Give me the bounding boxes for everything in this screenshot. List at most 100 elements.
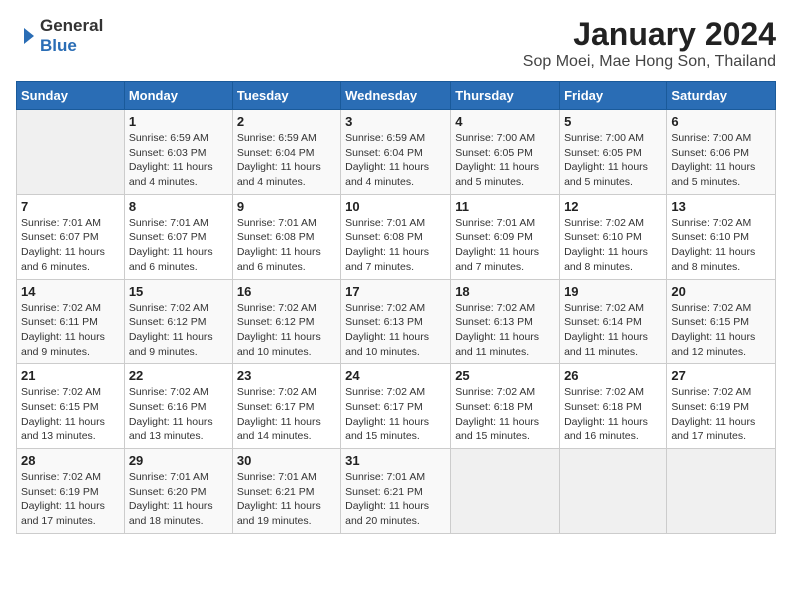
page-header: General Blue January 2024 Sop Moei, Mae … <box>16 16 776 71</box>
day-number: 17 <box>345 284 446 299</box>
day-info: Sunrise: 7:02 AM Sunset: 6:10 PM Dayligh… <box>671 216 771 275</box>
day-number: 19 <box>564 284 662 299</box>
day-number: 12 <box>564 199 662 214</box>
day-info: Sunrise: 7:02 AM Sunset: 6:19 PM Dayligh… <box>671 385 771 444</box>
day-number: 26 <box>564 368 662 383</box>
calendar-cell: 30Sunrise: 7:01 AM Sunset: 6:21 PM Dayli… <box>232 449 340 534</box>
calendar-cell: 22 Sunrise: 7:02 AM Sunset: 6:16 PM Dayli… <box>124 364 232 449</box>
day-number: 1 <box>129 114 228 129</box>
day-info: Sunrise: 6:59 AM Sunset: 6:03 PM Dayligh… <box>129 131 228 190</box>
day-number: 3 <box>345 114 446 129</box>
day-info: Sunrise: 7:02 AM Sunset: 6:17 PM Dayligh… <box>237 385 336 444</box>
calendar-cell: 12 Sunrise: 7:02 AM Sunset: 6:10 PM Dayli… <box>560 194 667 279</box>
day-info: Sunrise: 7:02 AM Sunset: 6:15 PM Dayligh… <box>671 301 771 360</box>
day-number: 18 <box>455 284 555 299</box>
day-info: Sunrise: 7:01 AM Sunset: 6:07 PM Dayligh… <box>21 216 120 275</box>
logo-blue-label: Blue <box>40 36 103 56</box>
logo-arrow-icon <box>16 26 36 46</box>
day-number: 5 <box>564 114 662 129</box>
calendar-subtitle: Sop Moei, Mae Hong Son, Thailand <box>523 53 776 71</box>
day-number: 16 <box>237 284 336 299</box>
calendar-cell: 24 Sunrise: 7:02 AM Sunset: 6:17 PM Dayli… <box>341 364 451 449</box>
day-number: 29 <box>129 453 228 468</box>
calendar-cell: 28 Sunrise: 7:02 AM Sunset: 6:19 PM Dayli… <box>17 449 125 534</box>
calendar-week-row: 7Sunrise: 7:01 AM Sunset: 6:07 PM Daylig… <box>17 194 776 279</box>
weekday-header-tuesday: Tuesday <box>232 82 340 110</box>
calendar-cell: 6 Sunrise: 7:00 AM Sunset: 6:06 PM Daylig… <box>667 110 776 195</box>
calendar-title: January 2024 <box>523 16 776 53</box>
calendar-cell: 23 Sunrise: 7:02 AM Sunset: 6:17 PM Dayli… <box>232 364 340 449</box>
calendar-cell: 10 Sunrise: 7:01 AM Sunset: 6:08 PM Dayli… <box>341 194 451 279</box>
day-info: Sunrise: 7:02 AM Sunset: 6:15 PM Dayligh… <box>21 385 120 444</box>
day-number: 10 <box>345 199 446 214</box>
day-info: Sunrise: 7:00 AM Sunset: 6:05 PM Dayligh… <box>564 131 662 190</box>
day-number: 24 <box>345 368 446 383</box>
calendar-cell: 18 Sunrise: 7:02 AM Sunset: 6:13 PM Dayli… <box>451 279 560 364</box>
title-block: January 2024 Sop Moei, Mae Hong Son, Tha… <box>523 16 776 71</box>
calendar-cell <box>17 110 125 195</box>
day-info: Sunrise: 7:01 AM Sunset: 6:21 PM Dayligh… <box>345 470 446 529</box>
weekday-header-monday: Monday <box>124 82 232 110</box>
calendar-cell: 7Sunrise: 7:01 AM Sunset: 6:07 PM Daylig… <box>17 194 125 279</box>
logo-general-label: General <box>40 16 103 36</box>
weekday-header-wednesday: Wednesday <box>341 82 451 110</box>
day-info: Sunrise: 7:02 AM Sunset: 6:11 PM Dayligh… <box>21 301 120 360</box>
day-info: Sunrise: 7:02 AM Sunset: 6:17 PM Dayligh… <box>345 385 446 444</box>
weekday-header-thursday: Thursday <box>451 82 560 110</box>
calendar-cell: 25 Sunrise: 7:02 AM Sunset: 6:18 PM Dayli… <box>451 364 560 449</box>
calendar-cell: 16 Sunrise: 7:02 AM Sunset: 6:12 PM Dayli… <box>232 279 340 364</box>
calendar-cell: 17Sunrise: 7:02 AM Sunset: 6:13 PM Dayli… <box>341 279 451 364</box>
day-number: 13 <box>671 199 771 214</box>
day-number: 31 <box>345 453 446 468</box>
day-info: Sunrise: 7:02 AM Sunset: 6:16 PM Dayligh… <box>129 385 228 444</box>
calendar-cell: 26 Sunrise: 7:02 AM Sunset: 6:18 PM Dayli… <box>560 364 667 449</box>
calendar-cell: 3 Sunrise: 6:59 AM Sunset: 6:04 PM Daylig… <box>341 110 451 195</box>
day-info: Sunrise: 7:01 AM Sunset: 6:08 PM Dayligh… <box>237 216 336 275</box>
calendar-cell: 8Sunrise: 7:01 AM Sunset: 6:07 PM Daylig… <box>124 194 232 279</box>
logo: General Blue <box>16 16 103 56</box>
day-info: Sunrise: 7:01 AM Sunset: 6:07 PM Dayligh… <box>129 216 228 275</box>
calendar-week-row: 14 Sunrise: 7:02 AM Sunset: 6:11 PM Dayli… <box>17 279 776 364</box>
day-info: Sunrise: 7:02 AM Sunset: 6:10 PM Dayligh… <box>564 216 662 275</box>
day-info: Sunrise: 7:02 AM Sunset: 6:18 PM Dayligh… <box>564 385 662 444</box>
calendar-cell: 11Sunrise: 7:01 AM Sunset: 6:09 PM Dayli… <box>451 194 560 279</box>
calendar-cell: 1 Sunrise: 6:59 AM Sunset: 6:03 PM Daylig… <box>124 110 232 195</box>
calendar-week-row: 28 Sunrise: 7:02 AM Sunset: 6:19 PM Dayli… <box>17 449 776 534</box>
day-number: 28 <box>21 453 120 468</box>
day-number: 14 <box>21 284 120 299</box>
day-number: 6 <box>671 114 771 129</box>
calendar-cell: 27 Sunrise: 7:02 AM Sunset: 6:19 PM Dayli… <box>667 364 776 449</box>
day-number: 9 <box>237 199 336 214</box>
day-number: 23 <box>237 368 336 383</box>
calendar-cell <box>667 449 776 534</box>
day-number: 25 <box>455 368 555 383</box>
day-info: Sunrise: 7:01 AM Sunset: 6:21 PM Dayligh… <box>237 470 336 529</box>
day-info: Sunrise: 6:59 AM Sunset: 6:04 PM Dayligh… <box>345 131 446 190</box>
calendar-table: SundayMondayTuesdayWednesdayThursdayFrid… <box>16 81 776 534</box>
day-info: Sunrise: 7:02 AM Sunset: 6:13 PM Dayligh… <box>455 301 555 360</box>
calendar-header-row: SundayMondayTuesdayWednesdayThursdayFrid… <box>17 82 776 110</box>
calendar-cell: 19 Sunrise: 7:02 AM Sunset: 6:14 PM Dayli… <box>560 279 667 364</box>
day-info: Sunrise: 7:02 AM Sunset: 6:12 PM Dayligh… <box>129 301 228 360</box>
day-number: 2 <box>237 114 336 129</box>
day-info: Sunrise: 7:02 AM Sunset: 6:14 PM Dayligh… <box>564 301 662 360</box>
calendar-cell: 21 Sunrise: 7:02 AM Sunset: 6:15 PM Dayli… <box>17 364 125 449</box>
calendar-cell: 15Sunrise: 7:02 AM Sunset: 6:12 PM Dayli… <box>124 279 232 364</box>
calendar-cell: 29Sunrise: 7:01 AM Sunset: 6:20 PM Dayli… <box>124 449 232 534</box>
weekday-header-saturday: Saturday <box>667 82 776 110</box>
day-info: Sunrise: 7:02 AM Sunset: 6:18 PM Dayligh… <box>455 385 555 444</box>
day-info: Sunrise: 6:59 AM Sunset: 6:04 PM Dayligh… <box>237 131 336 190</box>
day-info: Sunrise: 7:02 AM Sunset: 6:19 PM Dayligh… <box>21 470 120 529</box>
day-number: 22 <box>129 368 228 383</box>
day-number: 21 <box>21 368 120 383</box>
calendar-cell: 14 Sunrise: 7:02 AM Sunset: 6:11 PM Dayli… <box>17 279 125 364</box>
calendar-cell: 2 Sunrise: 6:59 AM Sunset: 6:04 PM Daylig… <box>232 110 340 195</box>
calendar-cell: 13 Sunrise: 7:02 AM Sunset: 6:10 PM Dayli… <box>667 194 776 279</box>
day-info: Sunrise: 7:01 AM Sunset: 6:08 PM Dayligh… <box>345 216 446 275</box>
day-info: Sunrise: 7:01 AM Sunset: 6:09 PM Dayligh… <box>455 216 555 275</box>
day-info: Sunrise: 7:00 AM Sunset: 6:06 PM Dayligh… <box>671 131 771 190</box>
day-info: Sunrise: 7:02 AM Sunset: 6:12 PM Dayligh… <box>237 301 336 360</box>
calendar-cell: 4Sunrise: 7:00 AM Sunset: 6:05 PM Daylig… <box>451 110 560 195</box>
calendar-cell: 20Sunrise: 7:02 AM Sunset: 6:15 PM Dayli… <box>667 279 776 364</box>
day-number: 27 <box>671 368 771 383</box>
